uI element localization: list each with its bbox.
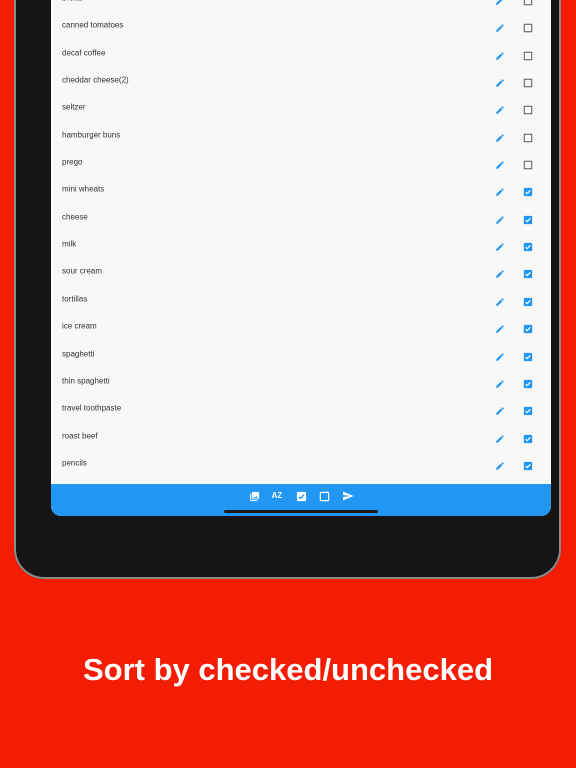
app-screen: bread canned tomatoes decaf coffee cheddar …: [51, 0, 551, 516]
list-item[interactable]: seltzer: [51, 94, 551, 121]
unchecked-checkbox-icon[interactable]: [523, 75, 533, 88]
list-item[interactable]: canned tomatoes: [51, 12, 551, 39]
list-item-label: tortillas: [62, 294, 88, 304]
list-item[interactable]: bread: [51, 0, 551, 12]
edit-pencil-icon[interactable]: [495, 294, 505, 306]
list-item-label: sour cream: [62, 266, 103, 276]
edit-pencil-icon[interactable]: [495, 349, 505, 361]
list-item[interactable]: hamburger buns: [51, 121, 551, 148]
list-item-label: travel toothpaste: [62, 403, 122, 413]
list-item-label: canned tomatoes: [62, 20, 124, 30]
checked-checkbox-icon[interactable]: [523, 212, 533, 224]
checked-checkbox-icon[interactable]: [523, 239, 533, 252]
list-item-label: cheese: [62, 212, 88, 222]
list-item[interactable]: pencils: [51, 449, 551, 476]
list-item-label: roast beef: [62, 431, 98, 441]
list-item[interactable]: cheese: [51, 203, 551, 230]
unchecked-checkbox-icon[interactable]: [523, 130, 533, 142]
list-item-label: thin spaghetti: [62, 376, 110, 386]
unchecked-checkbox-icon[interactable]: [523, 157, 533, 170]
edit-pencil-icon[interactable]: [495, 212, 505, 224]
edit-pencil-icon[interactable]: [495, 157, 505, 169]
list-item-label: decaf coffee: [62, 48, 106, 58]
promo-caption: Sort by checked/unchecked: [82, 652, 494, 687]
edit-pencil-icon[interactable]: [495, 321, 505, 333]
sort-az-icon[interactable]: AZ: [271, 490, 283, 502]
gallery-icon[interactable]: [248, 490, 260, 502]
checked-checkbox-icon[interactable]: [523, 349, 533, 361]
list-item[interactable]: decaf coffee: [51, 39, 551, 66]
list-item[interactable]: toilet paper: [51, 477, 551, 484]
home-indicator: [224, 510, 378, 513]
checked-checkbox-icon[interactable]: [523, 376, 533, 389]
checked-checkbox-icon[interactable]: [523, 403, 533, 416]
list-item-label: pencils: [62, 458, 87, 468]
list-item-label: ice cream: [62, 321, 97, 331]
list-item-label: spaghetti: [62, 349, 95, 359]
list-item-label: cheddar cheese(2): [62, 75, 129, 85]
list-item[interactable]: tortillas: [51, 285, 551, 312]
edit-pencil-icon[interactable]: [495, 458, 505, 470]
list-item-label: bread: [62, 0, 82, 2]
edit-pencil-icon[interactable]: [495, 403, 505, 415]
list-item[interactable]: cheddar cheese(2): [51, 66, 551, 93]
list-item[interactable]: ice cream: [51, 313, 551, 340]
unchecked-checkbox-icon[interactable]: [523, 102, 533, 115]
list-item[interactable]: prego: [51, 148, 551, 175]
bottom-toolbar: AZ: [51, 484, 551, 516]
list-item[interactable]: spaghetti: [51, 340, 551, 367]
list-item-label: prego: [62, 157, 83, 167]
list-item[interactable]: roast beef: [51, 422, 551, 449]
checked-checkbox-icon[interactable]: [523, 458, 533, 471]
unchecked-checkbox-icon[interactable]: [523, 0, 533, 6]
edit-pencil-icon[interactable]: [495, 239, 505, 251]
checked-checkbox-icon[interactable]: [523, 431, 533, 443]
checked-checkbox-icon[interactable]: [523, 294, 533, 307]
list-item[interactable]: mini wheats: [51, 176, 551, 203]
edit-pencil-icon[interactable]: [495, 184, 505, 197]
edit-pencil-icon[interactable]: [495, 20, 505, 33]
shopping-list[interactable]: bread canned tomatoes decaf coffee cheddar …: [51, 0, 551, 484]
list-item-label: hamburger buns: [62, 130, 121, 140]
list-item-label: seltzer: [62, 102, 86, 112]
edit-pencil-icon[interactable]: [495, 102, 505, 115]
checked-checkbox-icon[interactable]: [523, 266, 533, 279]
list-item[interactable]: travel toothpaste: [51, 395, 551, 422]
edit-pencil-icon[interactable]: [495, 75, 505, 87]
edit-pencil-icon[interactable]: [495, 376, 505, 388]
list-item-label: mini wheats: [62, 184, 105, 194]
edit-pencil-icon[interactable]: [495, 266, 505, 279]
list-item[interactable]: sour cream: [51, 258, 551, 285]
list-item[interactable]: milk: [51, 230, 551, 257]
send-icon[interactable]: [342, 490, 354, 502]
edit-pencil-icon[interactable]: [495, 0, 505, 5]
list-item[interactable]: thin spaghetti: [51, 367, 551, 394]
unchecked-checkbox-icon[interactable]: [523, 48, 533, 60]
tablet-frame: bread canned tomatoes decaf coffee cheddar …: [14, 0, 561, 579]
checked-checkbox-icon[interactable]: [523, 321, 533, 334]
check-all-icon[interactable]: [295, 490, 307, 502]
edit-pencil-icon[interactable]: [495, 130, 505, 142]
list-item-label: milk: [62, 239, 77, 249]
unchecked-checkbox-icon[interactable]: [523, 20, 533, 33]
edit-pencil-icon[interactable]: [495, 431, 505, 443]
uncheck-all-icon[interactable]: [318, 490, 330, 502]
checked-checkbox-icon[interactable]: [523, 184, 533, 197]
edit-pencil-icon[interactable]: [495, 48, 505, 60]
